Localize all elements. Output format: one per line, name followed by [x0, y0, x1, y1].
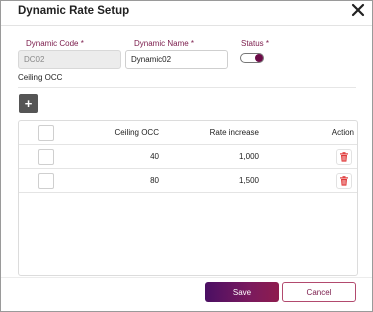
dynamic-rate-dialog: Dynamic Rate Setup Dynamic Code * Dynami… — [0, 0, 373, 312]
ceiling-occ-table: Ceiling OCC Rate increase Action 40 1,00… — [18, 120, 358, 276]
add-row-button[interactable]: + — [19, 94, 38, 113]
delete-row-button[interactable] — [336, 173, 352, 189]
dynamic-name-label: Dynamic Name * — [134, 39, 195, 48]
dialog-title: Dynamic Rate Setup — [18, 5, 130, 17]
delete-row-button[interactable] — [336, 149, 352, 165]
plus-icon: + — [24, 96, 33, 111]
status-toggle-knob — [255, 54, 263, 62]
status-label: Status * — [241, 39, 270, 48]
header-action: Action — [331, 128, 354, 137]
table-row: 40 1,000 — [19, 145, 357, 169]
trash-icon — [340, 176, 348, 186]
save-button[interactable]: Save — [205, 282, 279, 302]
cell-rate-increase: 1,000 — [238, 152, 259, 161]
title-divider — [1, 25, 372, 26]
cancel-button[interactable]: Cancel — [282, 282, 356, 302]
table-header-row: Ceiling OCC Rate increase Action — [19, 121, 357, 145]
trash-icon — [340, 152, 348, 162]
ceiling-occ-section-title: Ceiling OCC — [18, 73, 63, 82]
status-toggle[interactable] — [240, 53, 264, 63]
table-row: 80 1,500 — [19, 169, 357, 193]
dynamic-code-field — [18, 50, 121, 69]
dynamic-code-label: Dynamic Code * — [26, 39, 84, 48]
cell-ceiling-occ: 80 — [150, 176, 159, 185]
dynamic-name-field[interactable] — [125, 50, 228, 69]
header-rate-increase: Rate increase — [209, 128, 259, 137]
select-all-checkbox[interactable] — [38, 125, 54, 141]
cell-ceiling-occ: 40 — [150, 152, 159, 161]
close-icon[interactable] — [350, 2, 366, 18]
footer-divider — [1, 277, 372, 278]
row-checkbox[interactable] — [38, 173, 54, 189]
row-checkbox[interactable] — [38, 149, 54, 165]
section-divider — [18, 87, 356, 88]
header-ceiling-occ: Ceiling OCC — [114, 128, 159, 137]
cell-rate-increase: 1,500 — [238, 176, 259, 185]
